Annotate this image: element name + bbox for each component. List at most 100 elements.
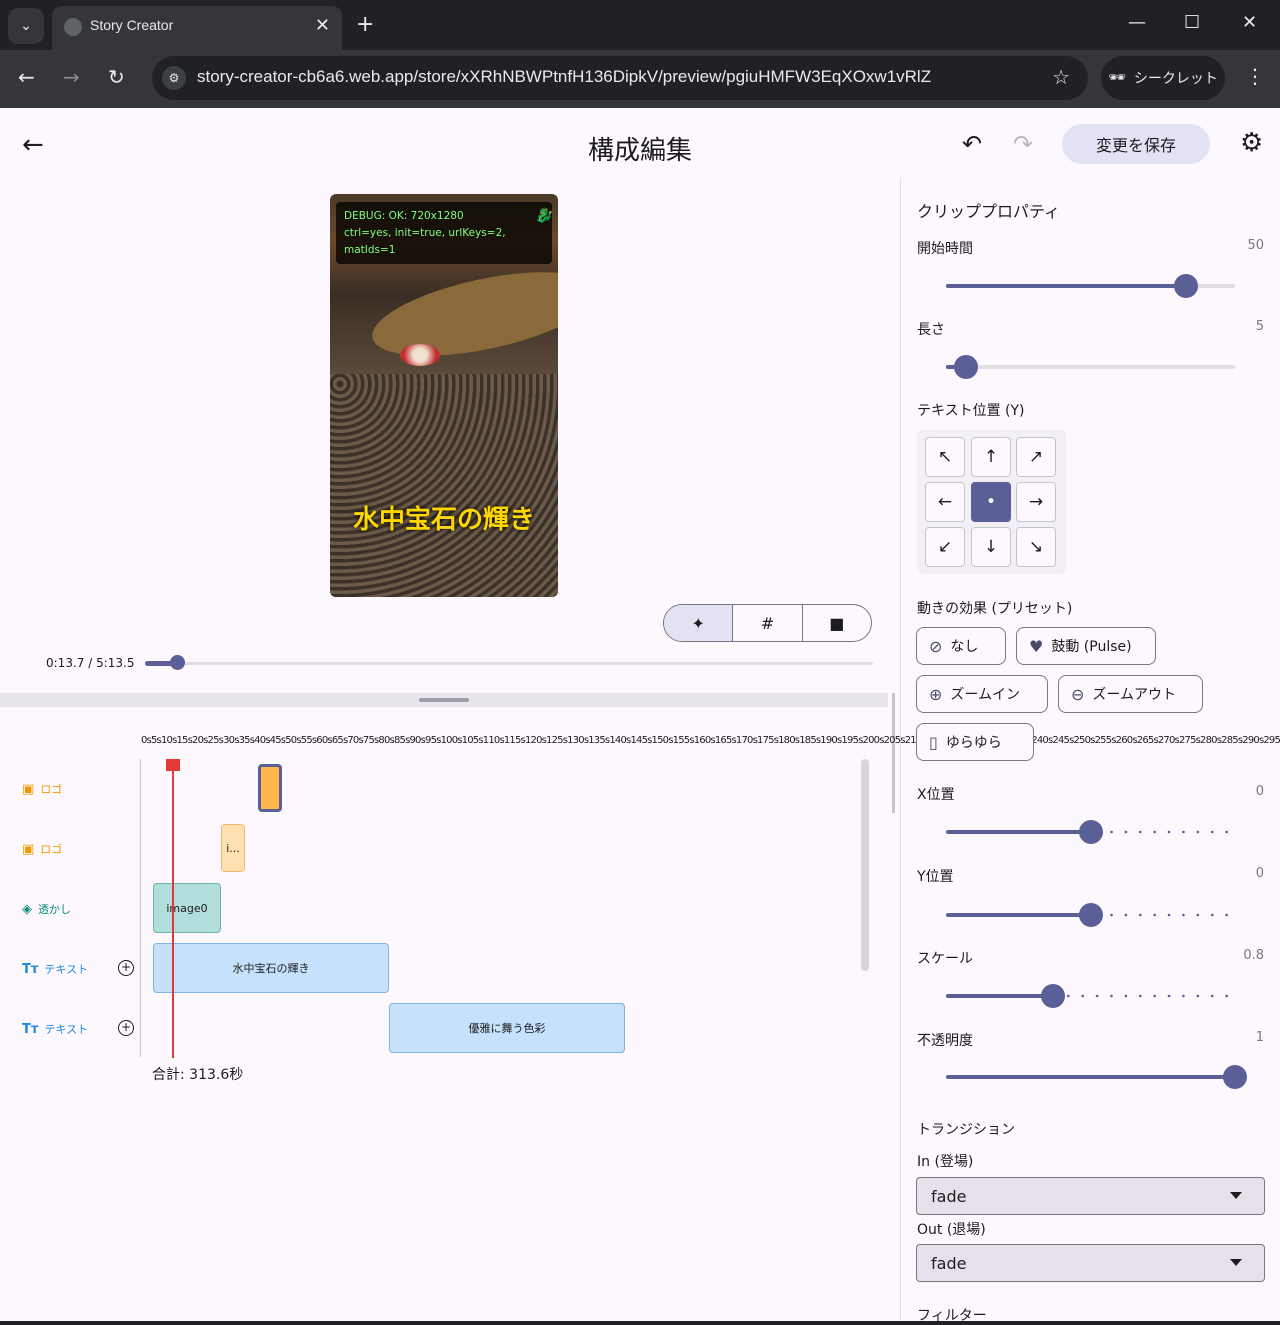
position-center[interactable]: • [971,482,1011,522]
new-tab-button[interactable]: + [356,12,374,37]
timeline-scrollbar[interactable] [892,693,895,813]
settings-gear-icon[interactable]: ⚙ [1240,128,1263,158]
playhead-handle[interactable] [166,759,180,771]
text-clip[interactable]: 優雅に舞う色彩 [389,1003,625,1053]
undo-icon[interactable]: ↶ [962,130,982,158]
tab-search-button[interactable]: ⌄ [8,8,44,44]
start-time-thumb[interactable] [1173,274,1198,298]
select-value: fade [931,1253,967,1273]
start-time-fill [946,284,1186,288]
save-button[interactable]: 変更を保存 [1062,124,1210,164]
y-position-thumb[interactable] [1078,903,1103,927]
video-preview[interactable]: DEBUG: OK: 720x1280 ctrl=yes, init=true,… [330,194,558,597]
x-position-value: 0 [1255,784,1264,799]
reload-icon[interactable]: ↻ [108,65,125,89]
dragon-logo-watermark: 🐉 [534,208,552,224]
drop-icon: ◈ [22,901,32,917]
position-bottom[interactable]: ↓ [971,527,1011,567]
watermark-clip[interactable]: image0 [153,883,221,933]
playback-track[interactable] [145,662,873,665]
site-info-icon[interactable]: ⚙ [162,66,186,90]
position-top-right[interactable]: ↗ [1016,437,1056,477]
start-time-value: 50 [1247,238,1264,253]
start-time-label: 開始時間 [917,241,973,257]
debug-line: ctrl=yes, init=true, urlKeys=2, [344,227,506,239]
logo-clip-selected[interactable] [258,764,282,812]
effect-pulse-chip[interactable]: ♥ 鼓動 (Pulse) [1016,627,1156,665]
bookmark-star-icon[interactable]: ☆ [1052,65,1070,89]
position-bottom-right[interactable]: ↘ [1016,527,1056,567]
effect-zoom-out-chip[interactable]: ⊖ ズームアウト [1058,675,1203,713]
browser-tab[interactable]: Story Creator ✕ [52,6,342,50]
text-position-label: テキスト位置 (Y) [917,403,1025,419]
preview-overlay-text: 水中宝石の輝き [352,505,535,535]
select-value: fade [931,1186,967,1206]
length-thumb[interactable] [954,355,979,379]
grid-mode-button[interactable]: # [733,605,803,641]
position-right[interactable]: → [1016,482,1056,522]
scale-label: スケール [917,951,973,967]
scale-value: 0.8 [1243,948,1264,963]
add-keyframe-button[interactable]: + [118,960,134,976]
effect-sway-chip[interactable]: ▯ ゆらゆら [916,723,1034,761]
track-label-text: テキスト [44,1023,89,1036]
track-label-logo-1: ▣ ロゴ [22,781,62,797]
effect-zoom-in-chip[interactable]: ⊕ ズームイン [916,675,1048,713]
close-tab-icon[interactable]: ✕ [315,15,330,36]
playhead-line[interactable] [172,759,174,1058]
text-clip[interactable]: 水中宝石の輝き [153,943,389,993]
track-vertical-scrollbar[interactable] [861,759,869,971]
effect-none-chip[interactable]: ⊘ なし [916,627,1006,665]
address-bar[interactable]: ⚙ story-creator-cb6a6.web.app/store/xXRh… [152,56,1088,100]
logo-clip[interactable]: i... [221,824,245,872]
incognito-indicator[interactable]: 🕶 シークレット [1101,56,1225,100]
browser-menu-icon[interactable]: ⋮ [1245,64,1265,88]
sparkle-icon: ✦ [691,613,705,633]
track-label-text: ロゴ [40,783,63,796]
maximize-icon[interactable]: ☐ [1184,12,1200,33]
back-nav-icon[interactable]: ← [18,65,35,89]
position-top-left[interactable]: ↖ [925,437,965,477]
track-label-text: テキスト [44,963,89,976]
track-label-text-2: Tт テキスト [22,1021,88,1037]
preview-shrimp [400,344,440,366]
clip-label: i... [226,841,240,855]
debug-overlay: DEBUG: OK: 720x1280 ctrl=yes, init=true,… [336,202,552,264]
y-position-label: Y位置 [917,869,954,885]
app-body: ← 構成編集 ↶ ↷ 変更を保存 ⚙ DEBUG: OK: 720x1280 c… [0,108,1280,1324]
effects-label: 動きの効果 (プリセット) [917,601,1073,617]
url-text: story-creator-cb6a6.web.app/store/xXRhNB… [197,67,932,86]
dropdown-arrow-icon [1230,1192,1242,1199]
transition-out-label: Out (退場) [917,1222,986,1238]
forward-nav-icon[interactable]: → [63,65,80,89]
properties-title: クリッププロパティ [917,202,1061,221]
zoom-in-icon: ⊕ [929,684,943,704]
text-position-grid: ↖ ↑ ↗ ← • → ↙ ↓ ↘ [917,430,1066,574]
chip-label: ゆらゆら [945,735,1002,751]
preview-gravel [330,374,558,597]
clip-label: 水中宝石の輝き [232,962,310,975]
playback-thumb[interactable] [170,655,186,670]
position-left[interactable]: ← [925,482,965,522]
chip-label: なし [950,639,979,655]
opacity-thumb[interactable] [1223,1065,1247,1089]
scale-thumb[interactable] [1040,984,1065,1008]
fill-mode-button[interactable]: ■ [803,605,871,641]
sparkle-mode-button[interactable]: ✦ [664,605,734,641]
position-top[interactable]: ↑ [971,437,1011,477]
incognito-icon: 🕶 [1108,70,1126,86]
transition-in-select[interactable]: fade [916,1177,1265,1215]
preview-mode-toggle: ✦ # ■ [663,604,872,642]
track-label-text: 透かし [38,903,71,916]
position-bottom-left[interactable]: ↙ [925,527,965,567]
length-slider[interactable] [946,365,1235,369]
transition-out-select[interactable]: fade [916,1244,1265,1282]
add-keyframe-button[interactable]: + [118,1020,134,1036]
redo-icon[interactable]: ↷ [1013,130,1033,158]
browser-tab-strip: ⌄ Story Creator ✕ + — ☐ ✕ [0,0,1280,50]
timeline-drag-handle[interactable] [419,698,469,702]
x-position-thumb[interactable] [1078,820,1103,844]
close-window-icon[interactable]: ✕ [1242,12,1257,33]
minimize-icon[interactable]: — [1128,12,1146,33]
y-position-fill [946,913,1091,917]
